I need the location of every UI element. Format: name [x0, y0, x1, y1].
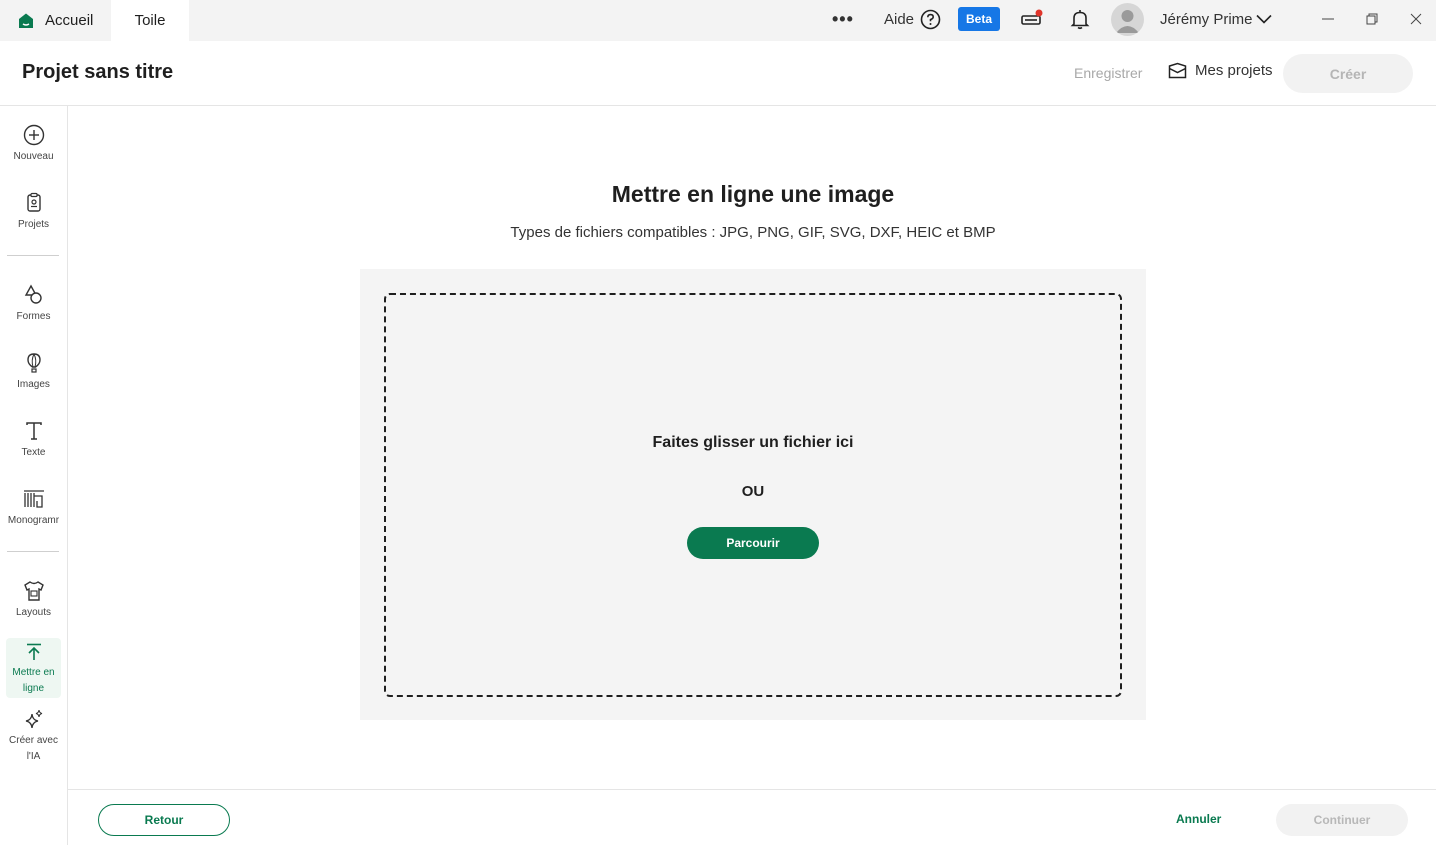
sidebar-item-shapes[interactable]: Formes	[0, 284, 67, 325]
sidebar-item-upload[interactable]: Mettre en ligne	[6, 638, 61, 698]
machine-icon[interactable]	[1020, 0, 1044, 38]
sidebar-item-label: ligne	[22, 683, 45, 694]
user-name[interactable]: Jérémy Prime	[1160, 0, 1253, 38]
plus-circle-icon	[23, 124, 44, 146]
my-projects-button[interactable]: Mes projets	[1168, 62, 1273, 79]
chevron-down-icon[interactable]	[1256, 0, 1272, 38]
sidebar-item-label: Mettre en	[12, 667, 55, 678]
sidebar-item-label: Nouveau	[13, 151, 54, 162]
tab-canvas-label: Toile	[134, 12, 166, 29]
help-button[interactable]: Aide	[884, 0, 941, 38]
close-icon[interactable]	[1410, 0, 1422, 38]
avatar[interactable]	[1111, 3, 1144, 36]
help-icon	[920, 9, 941, 29]
monogram-icon	[23, 490, 44, 508]
sidebar-item-label: Images	[17, 379, 50, 390]
minimize-icon[interactable]	[1322, 0, 1334, 38]
sidebar-item-images[interactable]: Images	[0, 352, 67, 393]
sidebar-item-monogram[interactable]: Monogramr	[0, 488, 67, 529]
notification-bell-icon[interactable]	[1069, 0, 1091, 38]
restore-icon[interactable]	[1366, 0, 1378, 38]
create-button[interactable]: Créer	[1283, 54, 1413, 93]
text-icon	[25, 422, 42, 440]
back-button[interactable]: Retour	[98, 804, 230, 836]
sidebar-item-label: Formes	[16, 311, 51, 322]
my-projects-label: Mes projets	[1195, 62, 1273, 79]
sidebar-divider	[7, 551, 59, 552]
home-logo-icon	[19, 13, 33, 28]
or-separator: OU	[741, 483, 765, 500]
continue-button[interactable]: Continuer	[1276, 804, 1408, 836]
drop-zone-label: Faites glisser un fichier ici	[652, 434, 854, 451]
cancel-button[interactable]: Annuler	[1176, 812, 1221, 826]
help-label: Aide	[884, 10, 915, 28]
sidebar-item-label: l'IA	[26, 751, 41, 762]
tab-home[interactable]: Accueil	[0, 0, 111, 41]
supported-file-types: Types de fichiers compatibles : JPG, PNG…	[510, 224, 996, 241]
sparkle-icon	[25, 709, 42, 729]
shapes-icon	[24, 284, 42, 304]
sidebar-item-text[interactable]: Texte	[0, 420, 67, 461]
sidebar-item-label: Créer avec	[9, 735, 58, 746]
title-bar: Accueil Toile ••• Aide Beta Jérémy Prime	[0, 0, 1436, 41]
sidebar-item-label: Texte	[21, 447, 46, 458]
project-header: Projet sans titre Enregistrer Mes projet…	[0, 41, 1436, 106]
beta-badge[interactable]: Beta	[958, 7, 1000, 31]
sidebar-item-new[interactable]: Nouveau	[0, 124, 67, 165]
browse-button[interactable]: Parcourir	[687, 527, 819, 559]
sidebar-item-layouts[interactable]: Layouts	[0, 580, 67, 621]
sidebar-item-ai[interactable]: Créer avec l'IA	[0, 708, 67, 765]
left-sidebar: Nouveau Projets Formes Images Texte Mono…	[0, 106, 68, 845]
folder-icon	[1168, 62, 1187, 79]
sidebar-item-label: Layouts	[15, 607, 52, 618]
project-title[interactable]: Projet sans titre	[22, 61, 173, 84]
save-button[interactable]: Enregistrer	[1074, 65, 1142, 81]
sidebar-item-label: Monogramr	[7, 515, 60, 526]
footer-bar	[68, 789, 1436, 845]
upload-icon	[26, 643, 41, 660]
more-menu-button[interactable]: •••	[832, 0, 854, 38]
tab-canvas[interactable]: Toile	[111, 0, 189, 41]
page-title: Mettre en ligne une image	[611, 181, 895, 207]
balloon-icon	[26, 353, 41, 373]
tshirt-icon	[23, 581, 44, 601]
tab-home-label: Accueil	[45, 12, 94, 29]
sidebar-divider	[7, 255, 59, 256]
